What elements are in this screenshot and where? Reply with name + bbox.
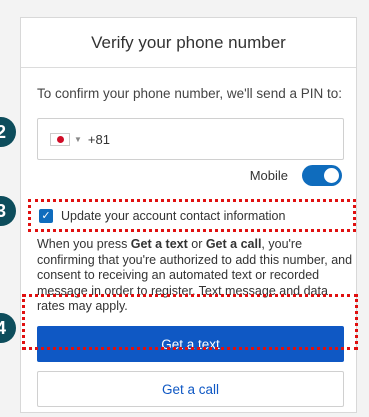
mobile-label: Mobile [249, 168, 288, 183]
annotation-marker-3: 3 [0, 196, 16, 226]
get-a-call-button[interactable]: Get a call [37, 371, 344, 407]
japan-flag-icon[interactable] [50, 132, 70, 146]
chevron-down-icon[interactable]: ▼ [74, 135, 82, 144]
dialog-title: Verify your phone number [21, 18, 356, 68]
annotation-marker-2: 2 [0, 117, 16, 147]
country-code: +81 [87, 131, 110, 147]
phone-number-input[interactable]: ▼ +81 [37, 118, 344, 160]
button-highlight [22, 294, 358, 350]
checkbox-highlight [28, 199, 356, 232]
consent-get-call: Get a call [205, 237, 262, 251]
mobile-toggle[interactable] [302, 165, 342, 186]
annotation-marker-4: 4 [0, 313, 16, 343]
consent-get-text: Get a text [130, 237, 188, 251]
intro-text: To confirm your phone number, we'll send… [37, 86, 342, 101]
mobile-toggle-row: Mobile [250, 165, 342, 186]
